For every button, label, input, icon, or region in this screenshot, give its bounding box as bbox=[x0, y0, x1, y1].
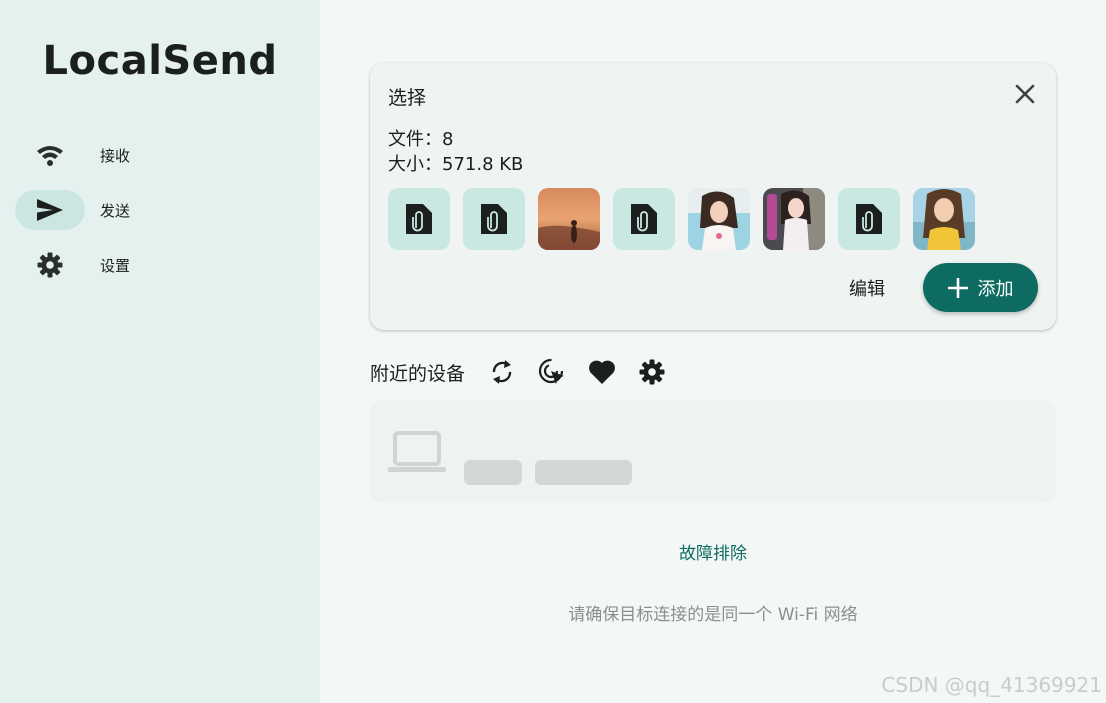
file-attachment-icon bbox=[856, 204, 882, 234]
gear-icon[interactable] bbox=[637, 357, 667, 387]
selection-card: 选择 文件：8 大小：571.8 KB 编辑 添加 bbox=[370, 63, 1056, 330]
device-info-placeholder bbox=[535, 460, 632, 485]
thumbnail-file[interactable] bbox=[463, 188, 525, 250]
total-size: 大小：571.8 KB bbox=[388, 154, 524, 175]
nearby-devices-header: 附近的设备 bbox=[370, 356, 687, 388]
add-button[interactable]: 添加 bbox=[923, 263, 1038, 312]
edit-button[interactable]: 编辑 bbox=[835, 273, 899, 303]
device-name-placeholder bbox=[464, 460, 522, 485]
same-network-hint: 请确保目标连接的是同一个 Wi-Fi 网络 bbox=[568, 605, 858, 625]
sidebar-item-label: 接收 bbox=[100, 146, 131, 165]
sidebar-item-receive[interactable]: 接收 bbox=[15, 135, 305, 175]
gear-icon bbox=[15, 245, 85, 285]
thumbnail-file[interactable] bbox=[838, 188, 900, 250]
app-title: LocalSend bbox=[42, 38, 278, 84]
sidebar-item-send[interactable]: 发送 bbox=[15, 190, 305, 230]
sidebar-item-settings[interactable]: 设置 bbox=[15, 245, 305, 285]
watermark: CSDN @qq_41369921 bbox=[881, 673, 1102, 697]
troubleshoot-link[interactable]: 故障排除 bbox=[370, 539, 1056, 564]
send-icon bbox=[15, 190, 85, 230]
wifi-icon bbox=[15, 135, 85, 175]
add-button-label: 添加 bbox=[977, 278, 1014, 300]
thumbnail-image[interactable] bbox=[763, 188, 825, 250]
laptop-icon bbox=[388, 431, 446, 472]
selection-title: 选择 bbox=[388, 87, 427, 109]
nearby-devices-title: 附近的设备 bbox=[370, 362, 466, 385]
thumbnail-file[interactable] bbox=[388, 188, 450, 250]
file-attachment-icon bbox=[481, 204, 507, 234]
close-icon[interactable] bbox=[1012, 81, 1038, 107]
file-attachment-icon bbox=[631, 204, 657, 234]
thumbnail-image[interactable] bbox=[688, 188, 750, 250]
thumbnail-image[interactable] bbox=[913, 188, 975, 250]
files-count: 文件：8 bbox=[388, 129, 454, 150]
file-attachment-icon bbox=[406, 204, 432, 234]
thumbnail-image[interactable] bbox=[538, 188, 600, 250]
thumbnail-file[interactable] bbox=[613, 188, 675, 250]
refresh-icon[interactable] bbox=[487, 357, 517, 387]
sidebar-item-label: 设置 bbox=[100, 256, 131, 275]
heart-icon[interactable] bbox=[587, 357, 617, 387]
thumbnail-list bbox=[388, 188, 975, 250]
target-scan-icon[interactable] bbox=[537, 357, 567, 387]
plus-icon bbox=[947, 277, 968, 298]
device-placeholder-card bbox=[370, 400, 1056, 503]
sidebar: LocalSend 接收 发送 设置 bbox=[0, 0, 320, 703]
sidebar-item-label: 发送 bbox=[100, 201, 131, 220]
